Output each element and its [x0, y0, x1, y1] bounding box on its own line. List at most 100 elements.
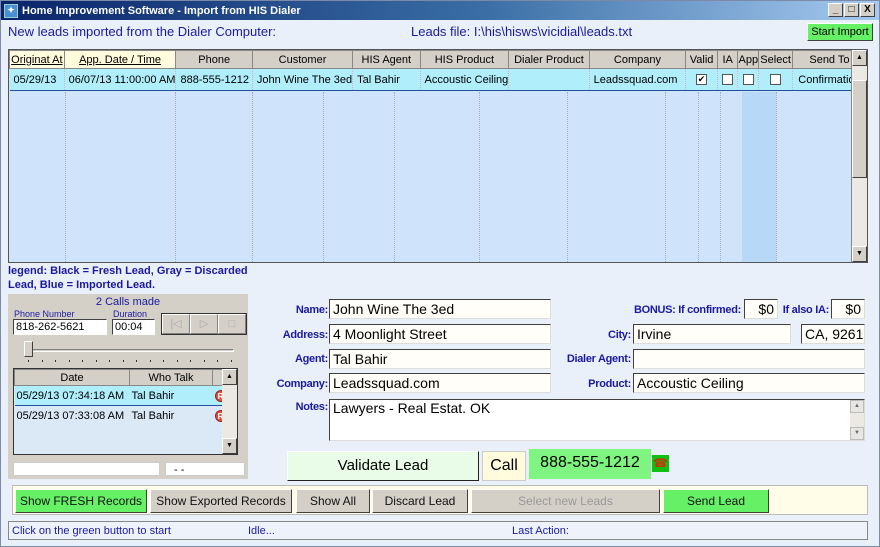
leads-file-path: Leads file: I:\his\hisws\vicidial\leads.… [411, 24, 633, 39]
cell-company: Leadssquad.com [589, 68, 687, 91]
call-recordings-panel: 2 Calls made Phone Number 818-262-5621 D… [8, 294, 248, 479]
col-who-talk[interactable]: Who Talk [129, 369, 213, 386]
cell-dialer-product [508, 68, 590, 91]
cell-app-datetime: 06/07/13 11:00:00 AM [64, 68, 177, 91]
play-button[interactable]: ▷ [190, 314, 218, 334]
col-originat-at[interactable]: Originat At [9, 50, 65, 69]
show-fresh-records-button[interactable]: Show FRESH Records [15, 489, 147, 513]
action-button-bar: Show FRESH Records Show Exported Records… [12, 485, 868, 515]
table-row[interactable]: 05/29/13 06/07/13 11:00:00 AM 888-555-12… [9, 68, 868, 91]
duration-field[interactable]: 00:04 [112, 319, 155, 335]
phone-number-label: Phone Number [14, 309, 75, 319]
rewind-button[interactable]: |◁ [162, 314, 190, 334]
media-controls: |◁ ▷ □ [161, 313, 247, 335]
scroll-down-icon[interactable]: ▼ [222, 438, 237, 454]
col-date[interactable]: Date [14, 369, 130, 386]
main-window: ✦ Home Improvement Software - Import fro… [0, 0, 880, 547]
select-checkbox[interactable] [770, 74, 782, 86]
minimize-button[interactable]: _ [828, 3, 843, 17]
notes-scrollbar[interactable]: ▲ ▼ [850, 400, 864, 440]
scroll-up-icon[interactable]: ▲ [852, 50, 867, 66]
title-bar: ✦ Home Improvement Software - Import fro… [1, 1, 879, 20]
discard-lead-button[interactable]: Discard Lead [372, 489, 468, 513]
window-title: Home Improvement Software - Import from … [22, 4, 301, 17]
col-valid[interactable]: Valid [685, 50, 718, 69]
leads-grid: Originat At App. Date / Time Phone Custo… [8, 49, 868, 263]
phone-icon[interactable]: ☎ [652, 455, 669, 472]
call-who: Tal Bahir [129, 385, 213, 406]
col-app-date-time[interactable]: App. Date / Time [63, 50, 177, 69]
send-lead-button[interactable]: Send Lead [663, 489, 769, 513]
calls-list: Date Who Talk 05/29/13 07:34:18 AM Tal B… [13, 368, 238, 455]
call-number-display[interactable]: 888-555-1212 [529, 449, 651, 479]
col-ia[interactable]: IA [716, 50, 739, 69]
playback-slider-thumb[interactable] [24, 341, 33, 357]
playback-slider-track[interactable] [26, 349, 234, 352]
select-new-leads-button[interactable]: Select new Leads [471, 489, 660, 513]
col-app[interactable]: App [737, 50, 760, 69]
calls-made-count: 2 Calls made [95, 296, 161, 308]
scroll-thumb[interactable] [852, 80, 867, 178]
col-customer[interactable]: Customer [251, 50, 354, 69]
address-label: Address: [282, 329, 329, 341]
app-icon: ✦ [4, 3, 18, 18]
show-exported-records-button[interactable]: Show Exported Records [150, 489, 292, 513]
call-date: 05/29/13 07:33:08 AM [16, 409, 125, 422]
product-label: Product: [588, 378, 631, 390]
col-phone[interactable]: Phone [175, 50, 253, 69]
col-his-agent[interactable]: HIS Agent [352, 50, 421, 69]
col-dialer-product[interactable]: Dialer Product [508, 50, 590, 69]
agent-input[interactable]: Tal Bahir [329, 349, 551, 369]
color-legend: legend: Black = Fresh Lead, Gray = Disca… [8, 265, 248, 291]
dialer-agent-label: Dialer Agent: [566, 353, 631, 365]
notes-textarea[interactable]: Lawyers - Real Estat. OK ▲ ▼ [329, 399, 865, 441]
name-label: Name: [295, 304, 328, 316]
cell-customer: John Wine The 3ed [252, 68, 354, 91]
bonus-label: BONUS: If confirmed: [633, 304, 741, 316]
also-ia-input[interactable]: $0 [831, 299, 865, 319]
close-button[interactable]: X [860, 3, 875, 17]
col-company[interactable]: Company [588, 50, 687, 69]
calls-list-scrollbar[interactable]: ▲ ▼ [222, 369, 237, 454]
status-last-action: Last Action: [512, 525, 569, 537]
also-ia-label: If also IA: [782, 304, 830, 316]
call-row[interactable]: 05/29/13 07:34:18 AM Tal Bahir R [14, 385, 227, 406]
address-input[interactable]: 4 Moonlight Street [329, 324, 551, 344]
state-zip-input[interactable]: CA, 9261 [801, 324, 865, 344]
call-who: Tal Bahir [131, 409, 175, 422]
phone-number-field[interactable]: 818-262-5621 [13, 319, 107, 335]
cell-originat-at: 05/29/13 [9, 68, 65, 91]
cell-his-agent: Tal Bahir [352, 68, 421, 91]
product-input[interactable]: Accoustic Ceiling [633, 373, 865, 393]
scroll-up-icon[interactable]: ▲ [850, 400, 864, 413]
name-input[interactable]: John Wine The 3ed [329, 299, 551, 319]
stop-button[interactable]: □ [218, 314, 246, 334]
company-input[interactable]: Leadssquad.com [329, 373, 551, 393]
city-label: City: [608, 329, 631, 341]
start-import-button[interactable]: Start Import [807, 23, 873, 41]
app-checkbox[interactable] [742, 74, 754, 86]
duration-label: Duration [113, 309, 148, 319]
status-bar: Click on the green button to start Idle.… [8, 521, 868, 540]
col-select[interactable]: Select [758, 50, 793, 69]
slider-ticks [28, 360, 232, 362]
cell-his-product: Accoustic Ceiling [420, 68, 510, 91]
show-all-button[interactable]: Show All [296, 489, 370, 513]
call-row[interactable]: 05/29/13 07:33:08 AM Tal Bahir R [15, 406, 227, 426]
page-subtitle: New leads imported from the Dialer Compu… [8, 24, 277, 39]
valid-checkbox[interactable]: ✔ [696, 74, 708, 86]
validate-lead-button[interactable]: Validate Lead [287, 451, 479, 481]
col-his-product[interactable]: HIS Product [419, 50, 510, 69]
scroll-down-icon[interactable]: ▼ [852, 246, 867, 262]
dialer-agent-input[interactable] [633, 349, 865, 369]
bonus-input[interactable]: $0 [744, 299, 778, 319]
notes-label: Notes: [295, 401, 329, 413]
ia-checkbox[interactable] [722, 74, 734, 86]
call-button[interactable]: Call [482, 451, 526, 481]
city-input[interactable]: Irvine [633, 324, 791, 344]
maximize-button[interactable]: □ [844, 3, 859, 17]
scroll-down-icon[interactable]: ▼ [850, 427, 864, 440]
grid-scrollbar[interactable]: ▲ ▼ [851, 50, 867, 262]
scroll-up-icon[interactable]: ▲ [222, 369, 237, 385]
call-info-left [13, 462, 160, 476]
